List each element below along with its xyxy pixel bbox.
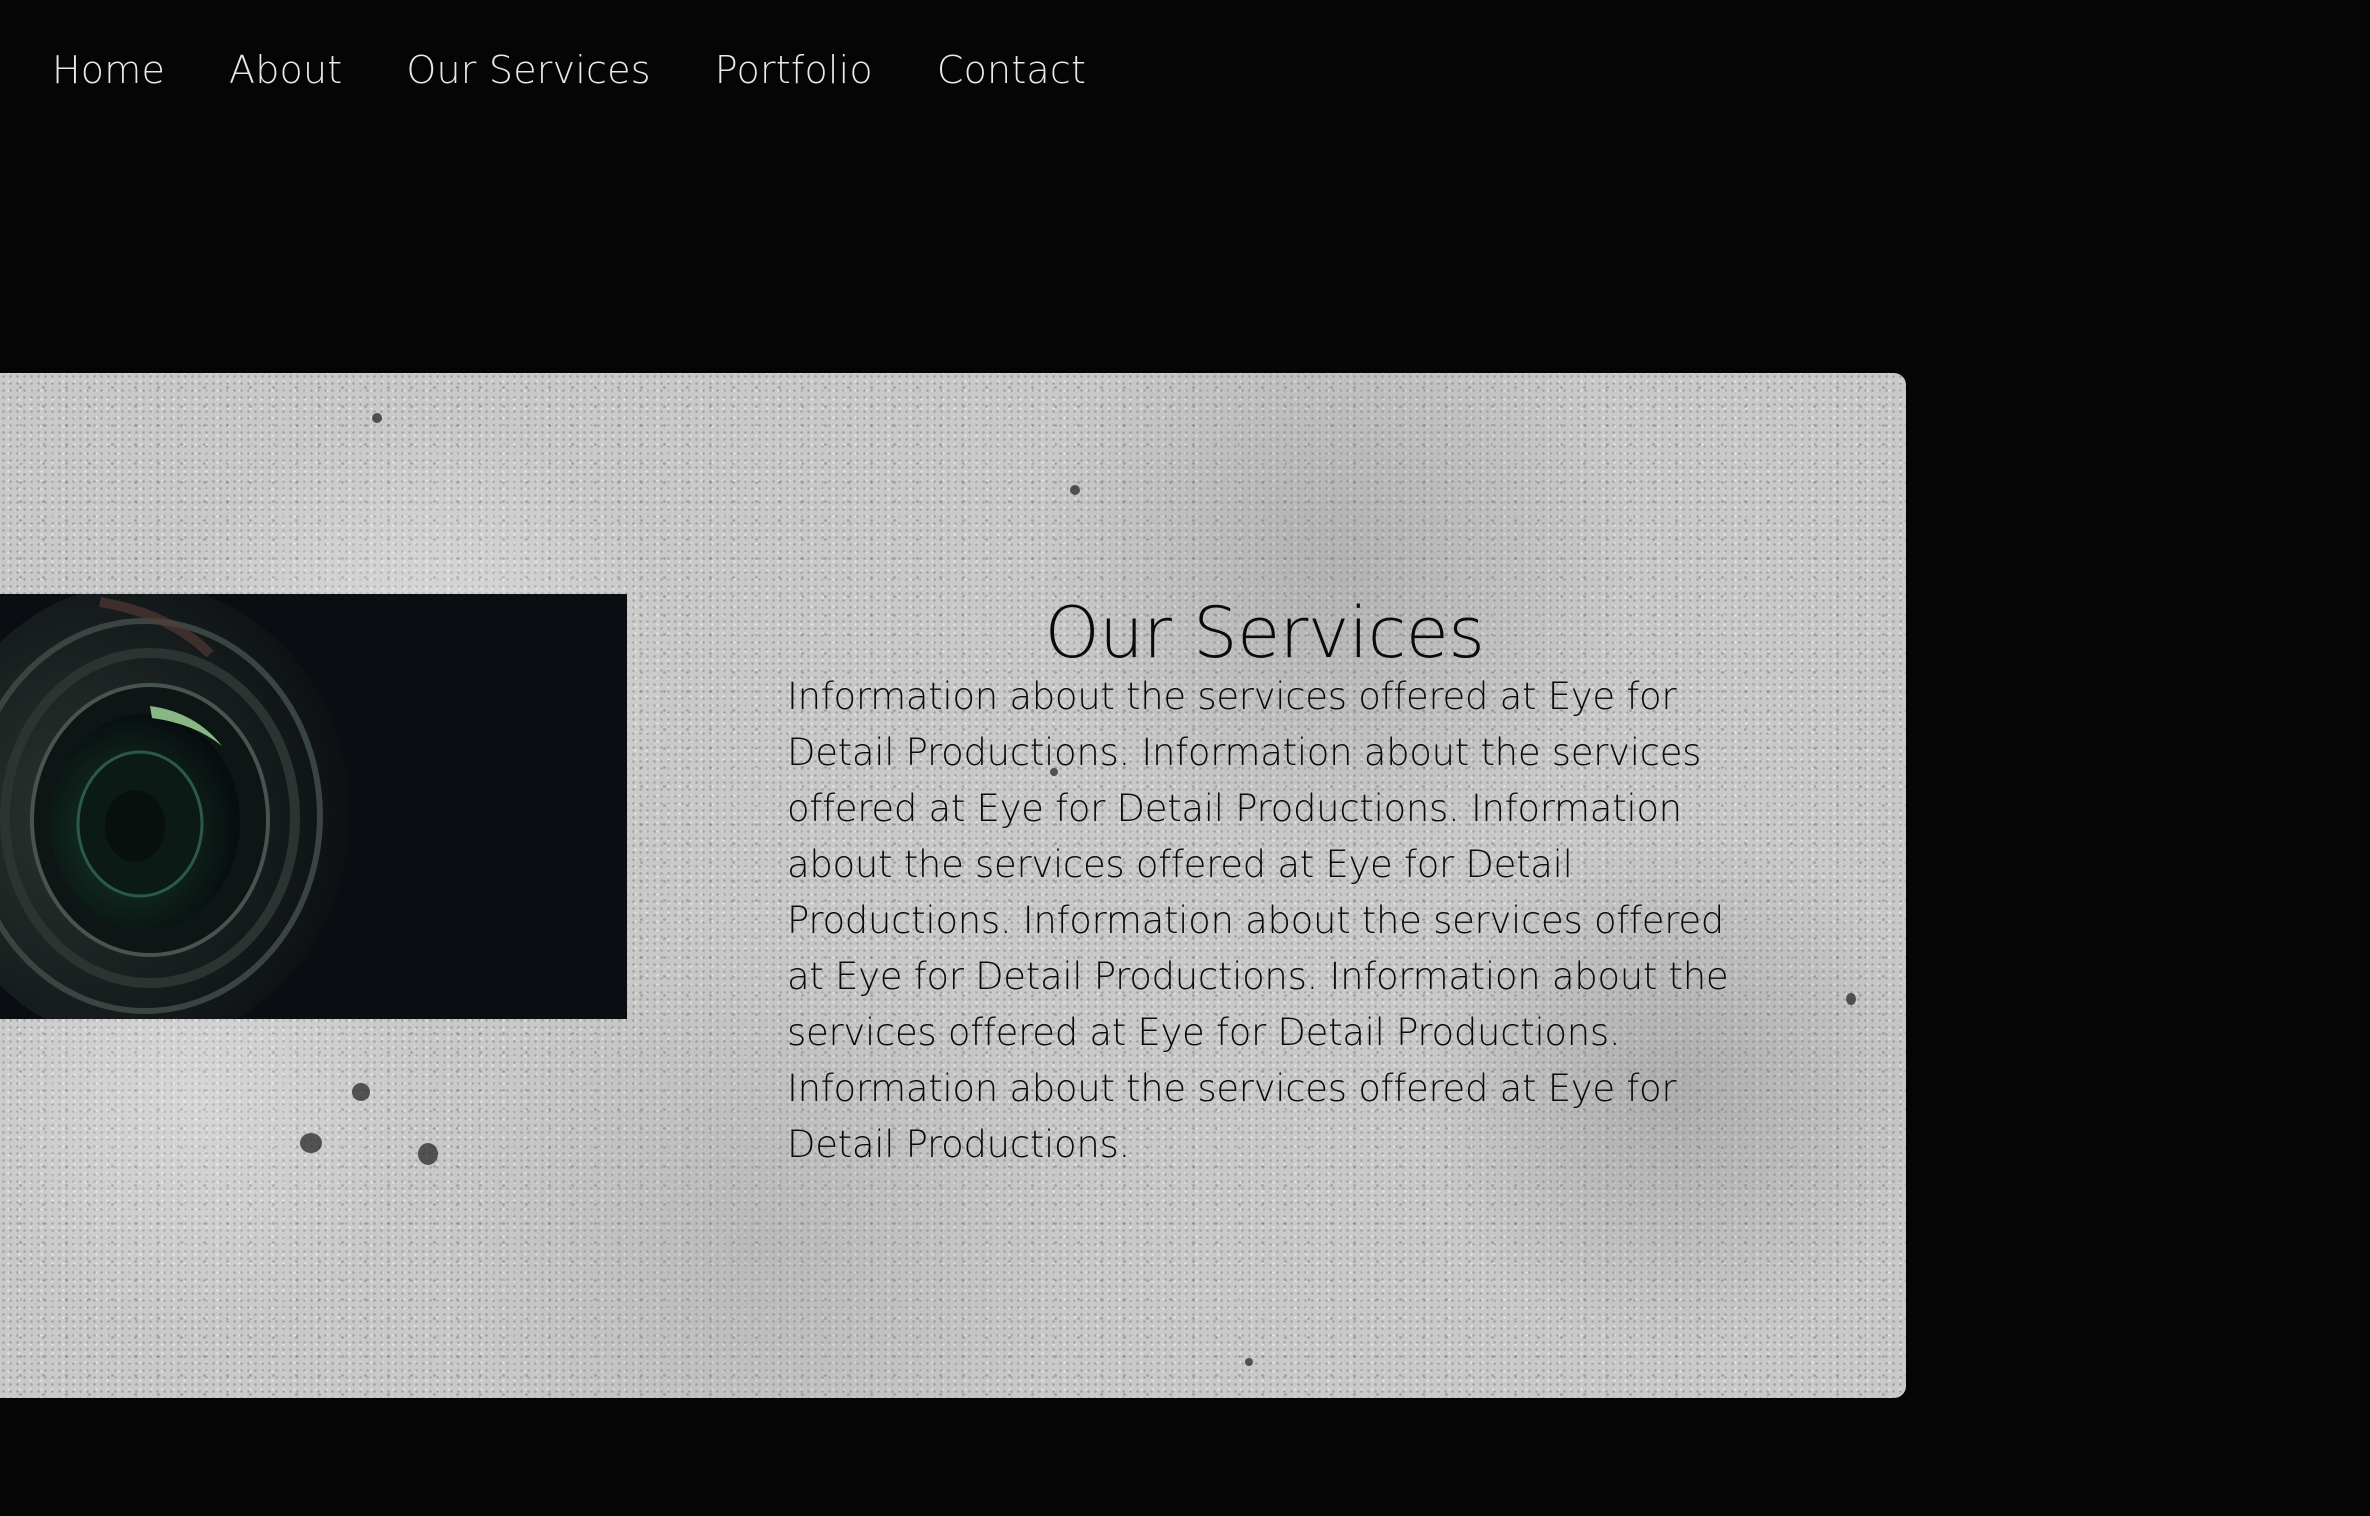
concrete-pit — [300, 1133, 322, 1153]
nav-item-portfolio[interactable]: Portfolio — [715, 48, 873, 92]
nav-item-home[interactable]: Home — [52, 48, 165, 92]
concrete-pit — [418, 1143, 438, 1165]
nav-item-about[interactable]: About — [229, 48, 342, 92]
concrete-pit — [1070, 485, 1080, 495]
nav-item-our-services[interactable]: Our Services — [406, 48, 650, 92]
main-navigation: Home About Our Services Portfolio Contac… — [0, 0, 1150, 140]
concrete-pit — [352, 1083, 370, 1101]
services-heading: Our Services — [1044, 592, 1485, 674]
services-panel: Our Services Information about the servi… — [0, 373, 1906, 1398]
camera-lens-image — [0, 594, 627, 1019]
camera-lens-illustration — [0, 594, 627, 1019]
concrete-pit — [1846, 993, 1856, 1005]
nav-item-contact[interactable]: Contact — [937, 48, 1086, 92]
concrete-pit — [1245, 1358, 1253, 1366]
concrete-pit — [372, 413, 382, 423]
services-description: Information about the services offered a… — [787, 675, 1729, 1166]
